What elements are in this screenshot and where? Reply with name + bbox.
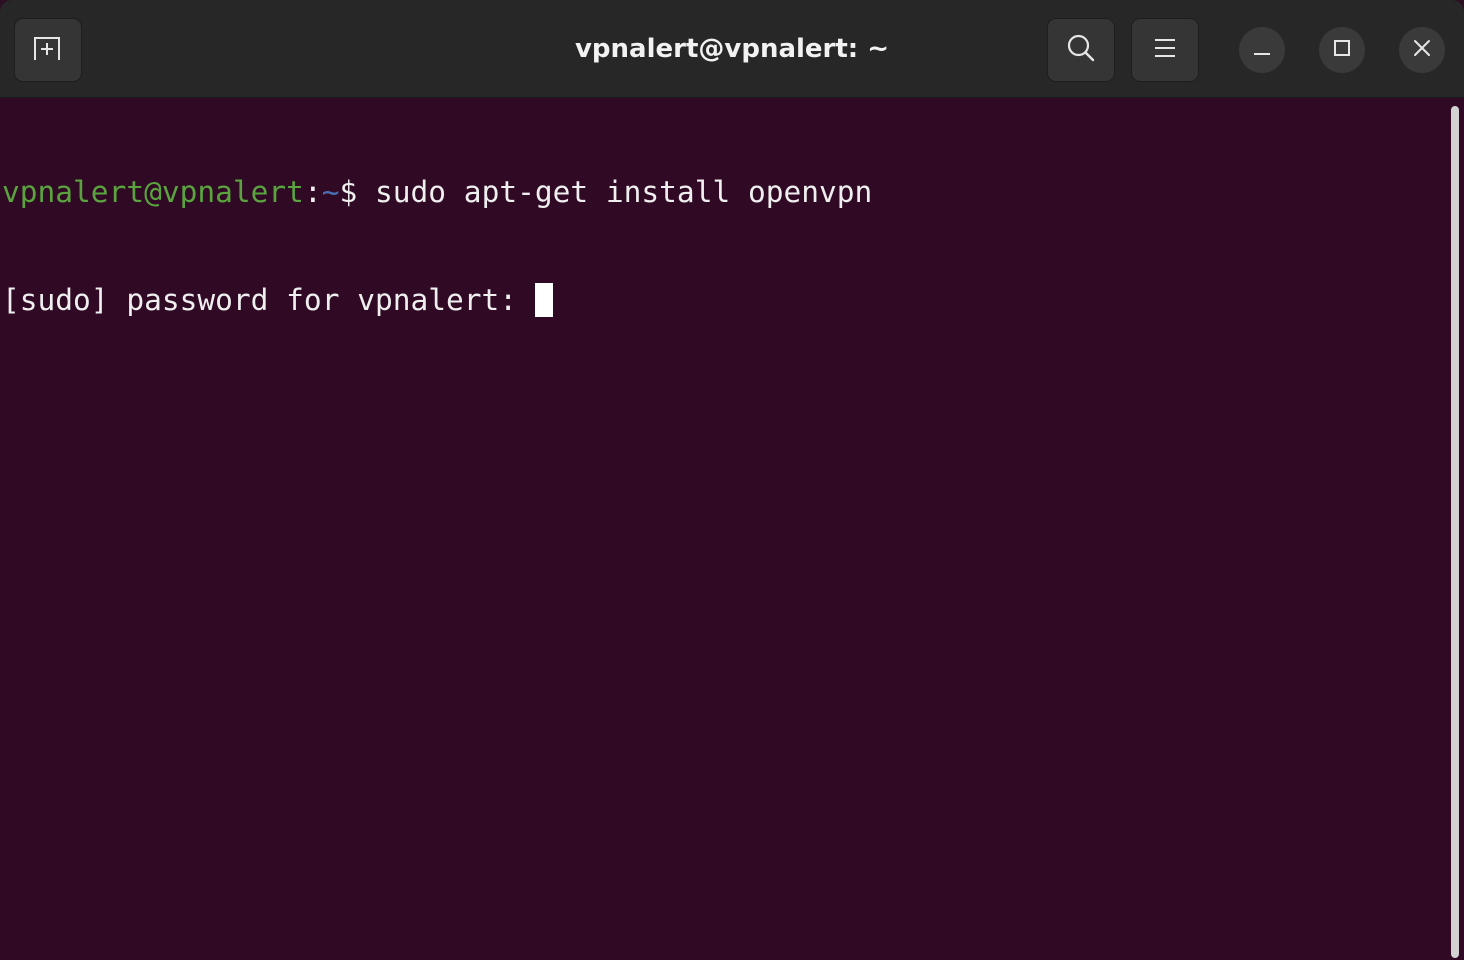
prompt-user-host: vpnalert@vpnalert bbox=[2, 175, 304, 209]
scrollbar-thumb[interactable] bbox=[1451, 106, 1459, 958]
sudo-password-line: [sudo] password for vpnalert: bbox=[2, 282, 1446, 318]
maximize-icon bbox=[1333, 39, 1351, 62]
terminal-output[interactable]: vpnalert@vpnalert:~$ sudo apt-get instal… bbox=[0, 98, 1446, 960]
maximize-button[interactable] bbox=[1319, 27, 1365, 73]
vertical-scrollbar[interactable] bbox=[1446, 98, 1464, 960]
prompt-symbol: $ bbox=[339, 175, 375, 209]
new-tab-icon bbox=[32, 34, 64, 67]
terminal-window: vpnalert@vpnalert: ~ vpnalert@vpnalert:~… bbox=[0, 0, 1464, 960]
search-button[interactable] bbox=[1047, 18, 1115, 82]
hamburger-menu-icon bbox=[1154, 38, 1176, 63]
sudo-password-prompt: [sudo] password for vpnalert: bbox=[2, 283, 535, 317]
prompt-path: ~ bbox=[321, 175, 340, 209]
prompt-line: vpnalert@vpnalert:~$ sudo apt-get instal… bbox=[2, 174, 1446, 210]
search-icon bbox=[1066, 33, 1096, 68]
new-tab-button[interactable] bbox=[14, 18, 82, 82]
minimize-icon bbox=[1253, 39, 1271, 62]
command-text: sudo apt-get install openvpn bbox=[375, 175, 873, 209]
menu-button[interactable] bbox=[1131, 18, 1199, 82]
text-cursor[interactable] bbox=[534, 283, 553, 317]
close-button[interactable] bbox=[1399, 27, 1445, 73]
close-icon bbox=[1413, 39, 1431, 62]
minimize-button[interactable] bbox=[1239, 27, 1285, 73]
prompt-colon: : bbox=[303, 175, 322, 209]
title-bar[interactable]: vpnalert@vpnalert: ~ bbox=[0, 0, 1464, 98]
